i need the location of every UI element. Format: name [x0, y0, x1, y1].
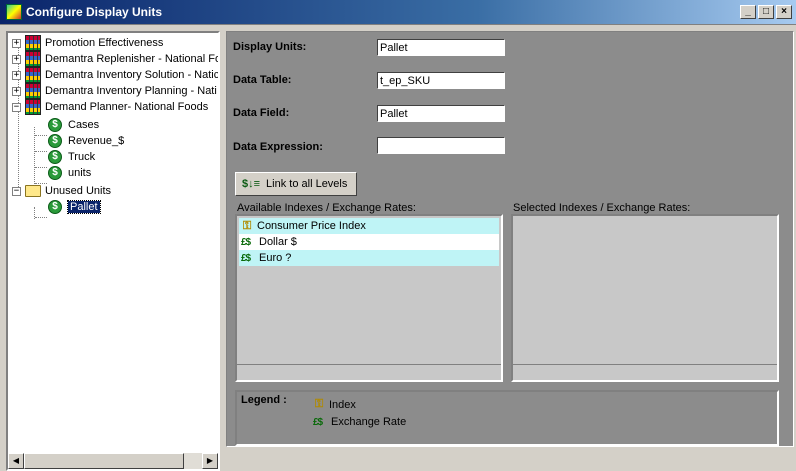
expand-icon[interactable]: +	[12, 86, 21, 96]
series-grid-icon	[25, 67, 41, 83]
money-bag-icon: $	[48, 166, 62, 180]
list-item-label: Consumer Price Index	[257, 220, 366, 232]
tree-horizontal-scrollbar[interactable]: ◀ ▶	[8, 453, 218, 469]
tree-node-label: Promotion Effectiveness	[45, 37, 164, 49]
series-grid-icon	[25, 99, 41, 115]
legend-box: Legend : ⚿ Index £$ Exchange Rate	[235, 390, 779, 446]
series-grid-icon	[25, 35, 41, 51]
collapse-icon[interactable]: −	[12, 102, 21, 112]
close-button[interactable]: ×	[776, 5, 792, 19]
tree-connector	[35, 151, 47, 152]
maximize-button[interactable]: □	[758, 5, 774, 19]
available-indexes-label: Available Indexes / Exchange Rates:	[237, 202, 416, 214]
legend-index-row: ⚿ Index	[311, 398, 356, 411]
money-bag-icon: $	[48, 200, 62, 214]
expand-icon[interactable]: +	[12, 54, 21, 64]
tree-node-label: Revenue_$	[68, 135, 125, 147]
exchange-rate-icon: £$	[241, 236, 251, 248]
tree-node-label: Demand Planner- National Foods	[45, 101, 209, 113]
tree-node-pallet[interactable]: $ Pallet	[48, 199, 101, 215]
tree-node-label: Demantra Inventory Planning - Nati	[45, 85, 217, 97]
tree-node-label: Cases	[68, 119, 100, 131]
money-bag-icon: $	[48, 134, 62, 148]
data-table-field[interactable]: t_ep_SKU	[377, 72, 505, 89]
tree-node-label: Unused Units	[45, 185, 112, 197]
scroll-track[interactable]	[184, 453, 202, 469]
collapse-icon[interactable]: −	[12, 186, 21, 196]
minimize-button[interactable]: _	[740, 5, 756, 19]
exchange-rate-icon: £$	[241, 252, 251, 264]
data-expression-field[interactable]	[377, 137, 505, 154]
link-levels-icon: $↓≡	[242, 178, 261, 190]
legend-title: Legend :	[241, 394, 287, 406]
tree-content: + Promotion Effectiveness + Demantra Rep…	[8, 33, 218, 433]
tree-node-revenue[interactable]: $ Revenue_$	[48, 133, 124, 149]
window-titlebar[interactable]: Configure Display Units _ □ ×	[0, 0, 796, 24]
units-tree[interactable]: + Promotion Effectiveness + Demantra Rep…	[6, 31, 220, 471]
expand-icon[interactable]: +	[12, 70, 21, 80]
app-icon	[6, 4, 22, 20]
list-footer	[513, 364, 777, 380]
exchange-rate-icon: £$	[313, 416, 323, 428]
list-item-label: Euro ?	[259, 252, 292, 264]
tree-node-demand-planner[interactable]: − Demand Planner- National Foods	[12, 99, 208, 115]
selected-indexes-label: Selected Indexes / Exchange Rates:	[513, 202, 691, 214]
tree-node-demantra-inventory-planning[interactable]: + Demantra Inventory Planning - Nati	[12, 83, 217, 99]
tree-node-promotion-effectiveness[interactable]: + Promotion Effectiveness	[12, 35, 163, 51]
legend-exchange-label: Exchange Rate	[331, 416, 407, 428]
list-item[interactable]: £$ Dollar $	[239, 234, 499, 250]
link-button-label: Link to all Levels	[266, 178, 348, 190]
tree-node-label: units	[68, 167, 92, 179]
data-field-label: Data Field:	[233, 107, 290, 119]
scroll-left-icon[interactable]: ◀	[8, 453, 24, 469]
legend-exchange-row: £$ Exchange Rate	[311, 416, 406, 428]
list-footer	[237, 364, 501, 380]
selected-indexes-list[interactable]	[511, 214, 779, 382]
expand-icon[interactable]: +	[12, 38, 21, 48]
series-grid-icon	[25, 51, 41, 67]
tree-node-label-selected: Pallet	[67, 200, 101, 214]
tree-node-units[interactable]: $ units	[48, 165, 91, 181]
tree-connector	[35, 135, 47, 136]
scroll-right-icon[interactable]: ▶	[202, 453, 218, 469]
list-item-label: Dollar $	[259, 236, 297, 248]
tree-node-demantra-inventory-solution[interactable]: + Demantra Inventory Solution - Natic	[12, 67, 220, 83]
key-icon: ⚿	[242, 219, 252, 232]
data-table-label: Data Table:	[233, 74, 292, 86]
tree-connector	[35, 167, 47, 168]
data-expression-label: Data Expression:	[233, 141, 323, 153]
tree-node-demantra-replenisher[interactable]: + Demantra Replenisher - National Fo	[12, 51, 220, 67]
window-controls: _ □ ×	[738, 5, 792, 19]
tree-node-label: Demantra Replenisher - National Fo	[45, 53, 220, 65]
tree-node-label: Truck	[68, 151, 96, 163]
legend-index-label: Index	[329, 398, 356, 411]
tree-connector	[35, 217, 47, 218]
scroll-thumb[interactable]	[24, 453, 184, 469]
list-item[interactable]: ⚿ Consumer Price Index	[239, 218, 499, 234]
folder-icon	[25, 185, 41, 197]
unit-properties-panel: Display Units: Pallet Data Table: t_ep_S…	[226, 31, 794, 447]
display-units-field[interactable]: Pallet	[377, 39, 505, 56]
tree-node-label: Demantra Inventory Solution - Natic	[45, 69, 220, 81]
window-title: Configure Display Units	[26, 5, 163, 19]
money-bag-icon: $	[48, 118, 62, 132]
list-item[interactable]: £$ Euro ?	[239, 250, 499, 266]
tree-node-cases[interactable]: $ Cases	[48, 117, 99, 133]
link-to-all-levels-button[interactable]: $↓≡ Link to all Levels	[235, 172, 357, 196]
tree-node-unused-units[interactable]: − Unused Units	[12, 183, 111, 199]
key-icon: ⚿	[314, 398, 324, 410]
tree-node-truck[interactable]: $ Truck	[48, 149, 95, 165]
display-units-label: Display Units:	[233, 41, 307, 53]
data-field-field[interactable]: Pallet	[377, 105, 505, 122]
money-bag-icon: $	[48, 150, 62, 164]
series-grid-icon	[25, 83, 41, 99]
window-body: + Promotion Effectiveness + Demantra Rep…	[0, 24, 796, 471]
available-indexes-list[interactable]: ⚿ Consumer Price Index £$ Dollar $ £$ Eu…	[235, 214, 503, 382]
